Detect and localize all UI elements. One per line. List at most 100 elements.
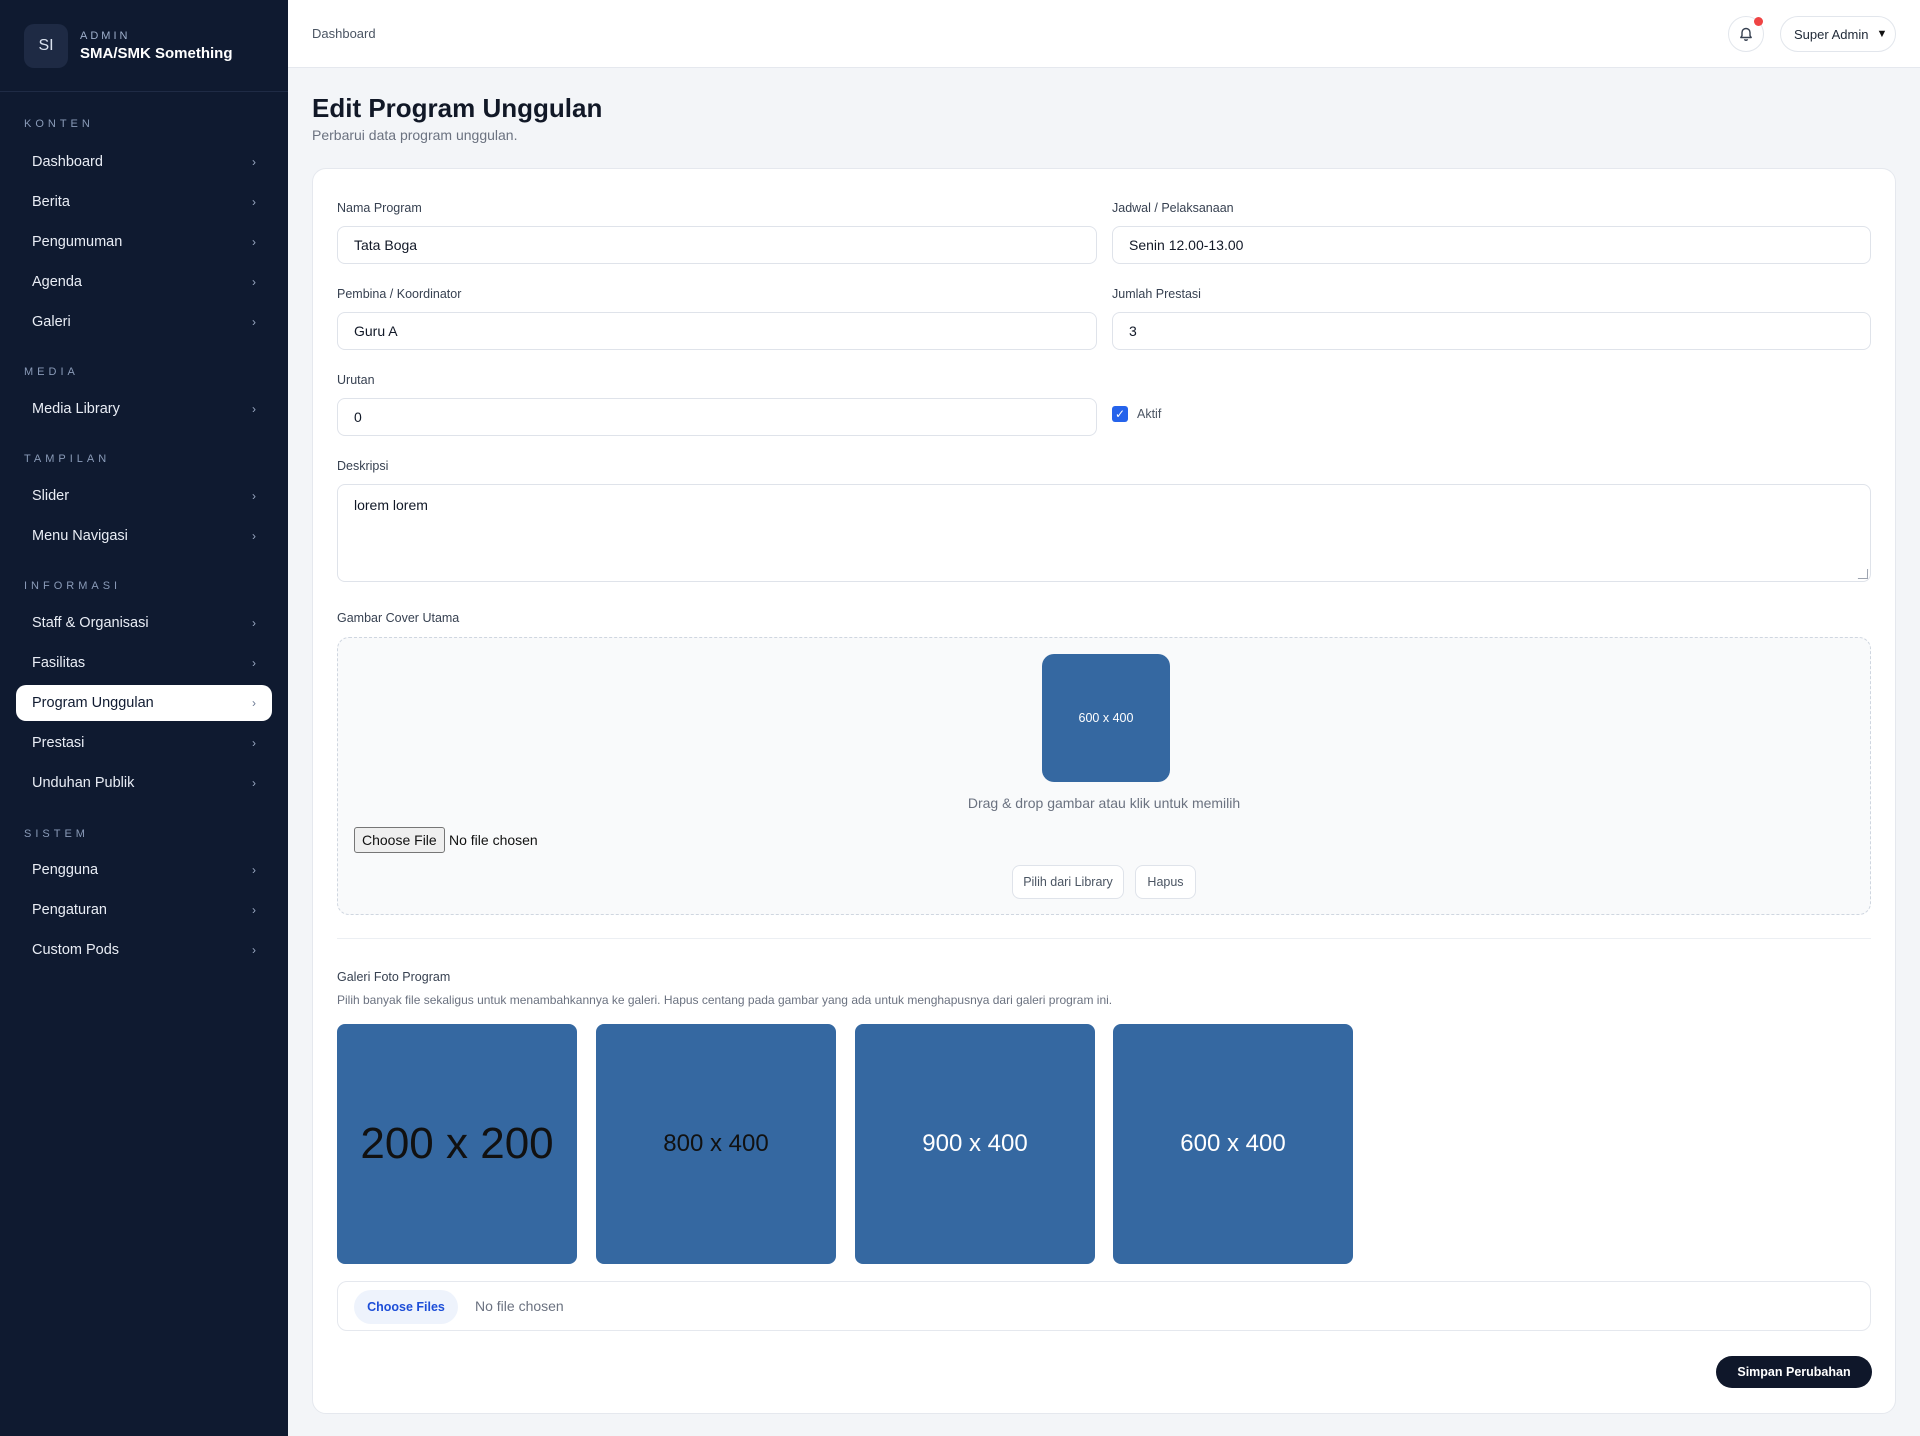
chevron-right-icon: › (252, 235, 256, 249)
sidebar-item-media-library[interactable]: Media Library › (16, 391, 272, 427)
jumlah-prestasi-input[interactable]: 3 (1112, 312, 1871, 350)
gallery-image-text: 200 x 200 (360, 1119, 554, 1168)
breadcrumb[interactable]: Dashboard (312, 26, 376, 41)
sidebar-item-prestasi[interactable]: Prestasi › (16, 725, 272, 761)
sidebar-item-label: Dashboard (32, 154, 103, 170)
caret-down-icon: ▼ (1876, 28, 1888, 40)
pembina-label: Pembina / Koordinator (337, 287, 462, 301)
gallery-image[interactable]: 800 x 400 (596, 1024, 836, 1264)
cover-image-preview: 600 x 400 (1042, 654, 1170, 782)
chevron-right-icon: › (252, 275, 256, 289)
cover-choose-file-button[interactable]: Choose File (354, 827, 445, 853)
chevron-right-icon: › (252, 903, 256, 917)
nav-section-title: TAMPILAN (24, 453, 111, 465)
cover-label: Gambar Cover Utama (337, 611, 460, 625)
gallery-image[interactable]: 200 x 200 (337, 1024, 577, 1264)
nav-section-title: KONTEN (24, 118, 94, 130)
jadwal-label: Jadwal / Pelaksanaan (1112, 201, 1234, 215)
sidebar-item-label: Prestasi (32, 735, 85, 751)
sidebar-item-label: Menu Navigasi (32, 528, 128, 544)
chevron-right-icon: › (252, 776, 256, 790)
sidebar-item-menu-navigasi[interactable]: Menu Navigasi › (16, 518, 272, 554)
gallery-file-input[interactable]: Choose Files No file chosen (337, 1281, 1871, 1331)
chevron-right-icon: › (252, 529, 256, 543)
sidebar-item-label: Fasilitas (32, 655, 86, 671)
sidebar-item-program-unggulan[interactable]: Program Unggulan › (16, 685, 272, 721)
gallery-image-text: 900 x 400 (922, 1130, 1028, 1157)
chevron-right-icon: › (252, 943, 256, 957)
urutan-label: Urutan (337, 373, 375, 387)
aktif-label[interactable]: Aktif (1137, 407, 1161, 421)
sidebar-item-galeri[interactable]: Galeri › (16, 304, 272, 340)
sidebar-item-label: Pengumuman (32, 234, 123, 250)
nav-section-title: INFORMASI (24, 580, 122, 592)
sidebar-item-label: Custom Pods (32, 942, 120, 958)
sidebar-item-label: Pengaturan (32, 902, 107, 918)
sidebar-item-label: Program Unggulan (32, 695, 154, 711)
sidebar-item-pengaturan[interactable]: Pengaturan › (16, 892, 272, 928)
chevron-right-icon: › (252, 315, 256, 329)
jadwal-input[interactable]: Senin 12.00-13.00 (1112, 226, 1871, 264)
sidebar-item-label: Slider (32, 488, 70, 504)
gallery-image[interactable]: 900 x 400 (855, 1024, 1095, 1264)
gallery-subtitle: Pilih banyak file sekaligus untuk menamb… (337, 993, 1113, 1007)
sidebar-item-berita[interactable]: Berita › (16, 184, 272, 220)
page-title: Edit Program Unggulan (312, 93, 603, 123)
save-button[interactable]: Simpan Perubahan (1716, 1356, 1872, 1388)
brand[interactable]: SI ADMIN SMA/SMK Something (0, 0, 288, 92)
pembina-input[interactable]: Guru A (337, 312, 1097, 350)
sidebar-item-pengguna[interactable]: Pengguna › (16, 852, 272, 888)
jumlah-prestasi-label: Jumlah Prestasi (1112, 287, 1201, 301)
sidebar-item-unduhan-publik[interactable]: Unduhan Publik › (16, 765, 272, 801)
form-card: Nama Program Tata Boga Jadwal / Pelaksan… (312, 168, 1896, 1414)
gallery-image-text: 600 x 400 (1180, 1130, 1286, 1157)
hapus-cover-button[interactable]: Hapus (1135, 865, 1196, 899)
nama-program-label: Nama Program (337, 201, 422, 215)
chevron-right-icon: › (252, 489, 256, 503)
cover-file-status: No file chosen (449, 832, 538, 848)
sidebar-item-label: Media Library (32, 401, 120, 417)
sidebar-item-custom-pods[interactable]: Custom Pods › (16, 932, 272, 968)
deskripsi-label: Deskripsi (337, 459, 389, 473)
urutan-input[interactable]: 0 (337, 398, 1097, 436)
sidebar-item-fasilitas[interactable]: Fasilitas › (16, 645, 272, 681)
brand-text: ADMIN SMA/SMK Something (80, 30, 233, 62)
user-name: Super Admin (1794, 26, 1869, 42)
sidebar-item-label: Agenda (32, 274, 82, 290)
chevron-right-icon: › (252, 402, 256, 416)
sidebar-item-staff-organisasi[interactable]: Staff & Organisasi › (16, 605, 272, 641)
nav-section-title: SISTEM (24, 828, 89, 840)
sidebar-item-label: Unduhan Publik (32, 775, 135, 791)
brand-kicker: ADMIN (80, 29, 131, 42)
section-divider (337, 938, 1871, 939)
gallery-choose-files-button[interactable]: Choose Files (354, 1290, 458, 1324)
notification-dot (1754, 17, 1763, 26)
gallery-file-status: No file chosen (475, 1298, 564, 1314)
aktif-checkbox[interactable]: ✓ (1112, 406, 1128, 422)
chevron-right-icon: › (252, 616, 256, 630)
brand-logo: SI (24, 23, 68, 68)
nama-program-input[interactable]: Tata Boga (337, 226, 1097, 264)
sidebar-item-label: Staff & Organisasi (32, 615, 149, 631)
sidebar-item-agenda[interactable]: Agenda › (16, 264, 272, 300)
deskripsi-textarea[interactable]: lorem lorem (337, 484, 1871, 582)
user-menu-button[interactable]: Super Admin ▼ (1780, 16, 1896, 52)
page-subtitle: Perbarui data program unggulan. (312, 127, 518, 143)
brand-name: SMA/SMK Something (80, 44, 233, 62)
sidebar-item-pengumuman[interactable]: Pengumuman › (16, 224, 272, 260)
chevron-right-icon: › (252, 155, 256, 169)
pilih-library-button[interactable]: Pilih dari Library (1012, 865, 1124, 899)
gallery-title: Galeri Foto Program (337, 970, 451, 984)
cover-dropzone[interactable]: 600 x 400 Drag & drop gambar atau klik u… (337, 637, 1871, 915)
sidebar-item-slider[interactable]: Slider › (16, 478, 272, 514)
cover-image-text: 600 x 400 (1078, 711, 1134, 725)
chevron-right-icon: › (252, 696, 256, 710)
sidebar-item-label: Galeri (32, 314, 71, 330)
nav-section-title: MEDIA (24, 366, 79, 378)
sidebar: SI ADMIN SMA/SMK Something KONTEN Dashboa… (0, 0, 288, 1436)
bell-icon (1740, 27, 1752, 41)
sidebar-item-dashboard[interactable]: Dashboard › (16, 144, 272, 180)
gallery-image[interactable]: 600 x 400 (1113, 1024, 1353, 1264)
resize-handle-icon[interactable] (1857, 569, 1869, 579)
chevron-right-icon: › (252, 736, 256, 750)
